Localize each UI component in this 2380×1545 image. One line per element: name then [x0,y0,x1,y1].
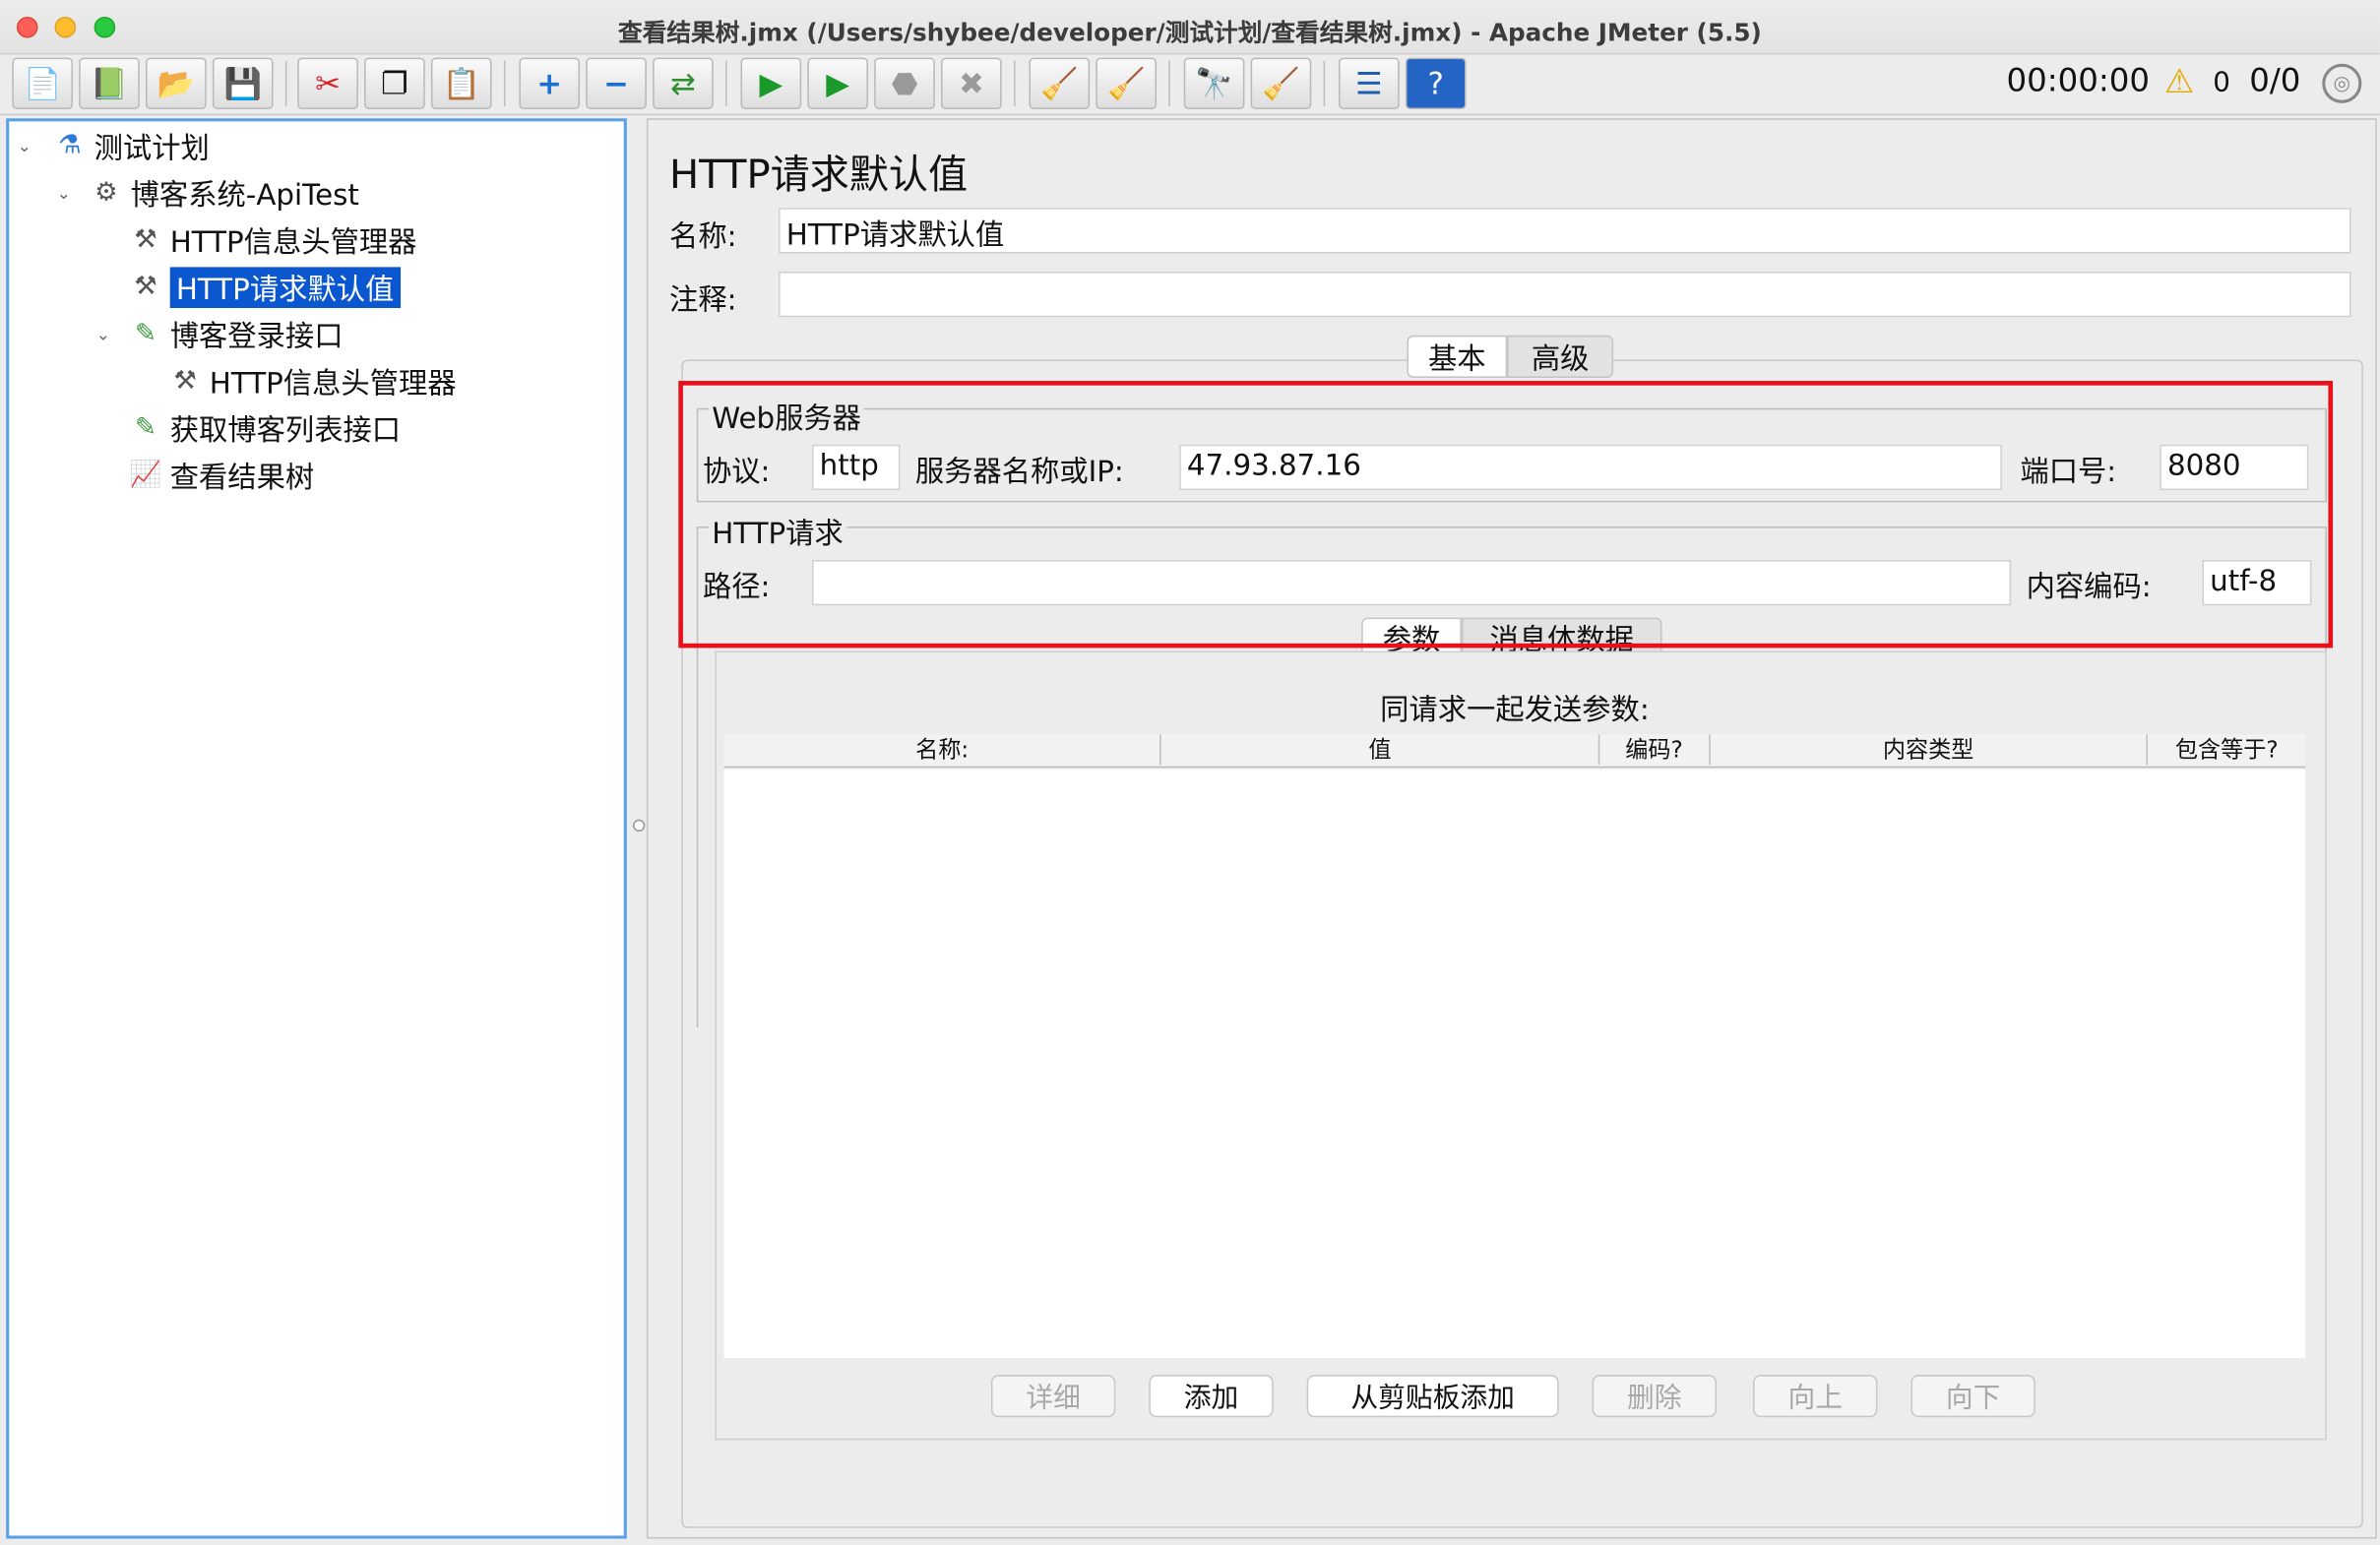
collapse-icon[interactable]: − [586,57,647,110]
templates-icon[interactable]: 📗 [79,57,140,110]
tree-item-label: 博客系统-ApiTest [130,178,359,213]
start-no-pause-icon[interactable]: ▶ [807,57,869,110]
paste-icon[interactable]: 📋 [430,57,492,110]
elapsed-timer: 00:00:00 [2006,62,2150,99]
tools-icon: ⚒ [134,272,157,302]
config-panel: HTTP请求默认值 名称: HTTP请求默认值 注释: 基本 高级 Web服务器… [646,118,2377,1539]
name-field[interactable]: HTTP请求默认值 [779,208,2351,254]
parameters-table-body[interactable] [723,769,2306,1359]
comment-field[interactable] [779,272,2351,318]
column-header-value[interactable]: 值 [1161,734,1600,766]
split-pane-divider[interactable] [629,118,646,1539]
warning-icon[interactable]: ⚠ [2164,64,2194,102]
panel-title: HTTP请求默认值 [669,153,969,200]
clear-icon[interactable]: 🧹 [1029,57,1091,110]
comment-label: 注释: [669,283,737,318]
tree-item-thread-group[interactable]: ⌄ ⚙ 博客系统-ApiTest [51,171,359,214]
tree-item-label: HTTP信息头管理器 [209,366,457,401]
active-threads: 0/0 [2249,62,2301,99]
column-header-include-equals[interactable]: 包含等于? [2148,734,2305,765]
tree-item-label: 获取博客列表接口 [169,413,402,448]
gear-icon: ⚙ [94,177,118,209]
chevron-down-icon[interactable]: ⌄ [92,324,116,343]
loggers-icon[interactable]: ◎ [2322,63,2362,103]
highlight-box [678,381,2334,649]
clear-all-icon[interactable]: 🧹 [1096,57,1158,110]
window-title-bar: 查看结果树.jmx (/Users/shybee/developer/测试计划/… [0,0,2380,55]
tree-item-test-plan[interactable]: ⌄ ⚗ 测试计划 [12,124,210,166]
tree-item-results-tree[interactable]: 📈 查看结果树 [128,454,315,496]
help-icon[interactable]: ? [1405,57,1467,110]
expand-icon[interactable]: + [519,57,581,110]
reset-search-icon[interactable]: 🧹 [1250,57,1312,110]
add-from-clipboard-button[interactable]: 从剪贴板添加 [1306,1375,1559,1418]
move-down-button[interactable]: 向下 [1910,1375,2036,1418]
tree-item-label: 博客登录接口 [169,319,344,353]
tree-item-label: 测试计划 [94,131,210,165]
delete-button[interactable]: 删除 [1592,1375,1718,1418]
save-icon[interactable]: 💾 [212,57,274,110]
detail-button[interactable]: 详细 [990,1375,1116,1418]
column-header-name[interactable]: 名称: [724,734,1162,766]
parameters-title: 同请求一起发送参数: [1380,693,1650,727]
tools-icon: ⚒ [173,365,197,397]
warning-count: 0 [2213,66,2230,99]
new-icon[interactable]: 📄 [12,57,74,110]
tree-item-list-sampler[interactable]: ✎ 获取博客列表接口 [128,406,402,449]
toggle-icon[interactable]: ⇄ [653,57,714,110]
window-title: 查看结果树.jmx (/Users/shybee/developer/测试计划/… [618,18,1762,47]
toolbar: 📄 📗 📂 💾 ✂ ❐ 📋 + − ⇄ ▶ ▶ ⬣ ✖ 🧹 🧹 🔭 🧹 ☰ ? … [0,54,2380,116]
pipette-icon: ✎ [135,318,157,349]
start-icon[interactable]: ▶ [740,57,802,110]
add-button[interactable]: 添加 [1149,1375,1274,1418]
tree-item-label: 查看结果树 [169,460,315,494]
chevron-down-icon[interactable]: ⌄ [12,136,36,155]
stop-icon[interactable]: ⬣ [874,57,935,110]
open-icon[interactable]: 📂 [146,57,207,110]
name-label: 名称: [669,219,737,254]
tree-item-login-sampler[interactable]: ⌄ ✎ 博客登录接口 [92,313,344,355]
chart-icon: 📈 [129,460,162,491]
tab-basic[interactable]: 基本 [1407,335,1508,378]
tab-advanced[interactable]: 高级 [1507,335,1614,378]
search-icon[interactable]: 🔭 [1183,57,1245,110]
column-header-content-type[interactable]: 内容类型 [1710,734,2149,766]
shutdown-icon[interactable]: ✖ [941,57,1002,110]
function-helper-icon[interactable]: ☰ [1339,57,1400,110]
tree-item-http-defaults[interactable]: ⚒ HTTP请求默认值 [128,266,401,308]
move-up-button[interactable]: 向上 [1753,1375,1878,1418]
flask-icon: ⚗ [58,130,82,161]
tree-item-label: HTTP信息头管理器 [169,224,417,259]
tree-item-header-manager[interactable]: ⚒ HTTP信息头管理器 [128,218,417,261]
column-header-encode[interactable]: 编码? [1599,734,1711,766]
cut-icon[interactable]: ✂ [297,57,358,110]
tree-item-header-manager-2[interactable]: ⚒ HTTP信息头管理器 [167,359,457,402]
tools-icon: ⚒ [134,224,157,256]
copy-icon[interactable]: ❐ [364,57,425,110]
pipette-icon: ✎ [135,412,157,444]
chevron-down-icon[interactable]: ⌄ [51,183,76,203]
tree-item-label-selected: HTTP请求默认值 [169,266,401,308]
parameters-table-header: 名称: 值 编码? 内容类型 包含等于? [723,734,2306,769]
test-plan-tree: ⌄ ⚗ 测试计划 ⌄ ⚙ 博客系统-ApiTest ⚒ HTTP信息头管理器 ⚒… [6,118,627,1539]
